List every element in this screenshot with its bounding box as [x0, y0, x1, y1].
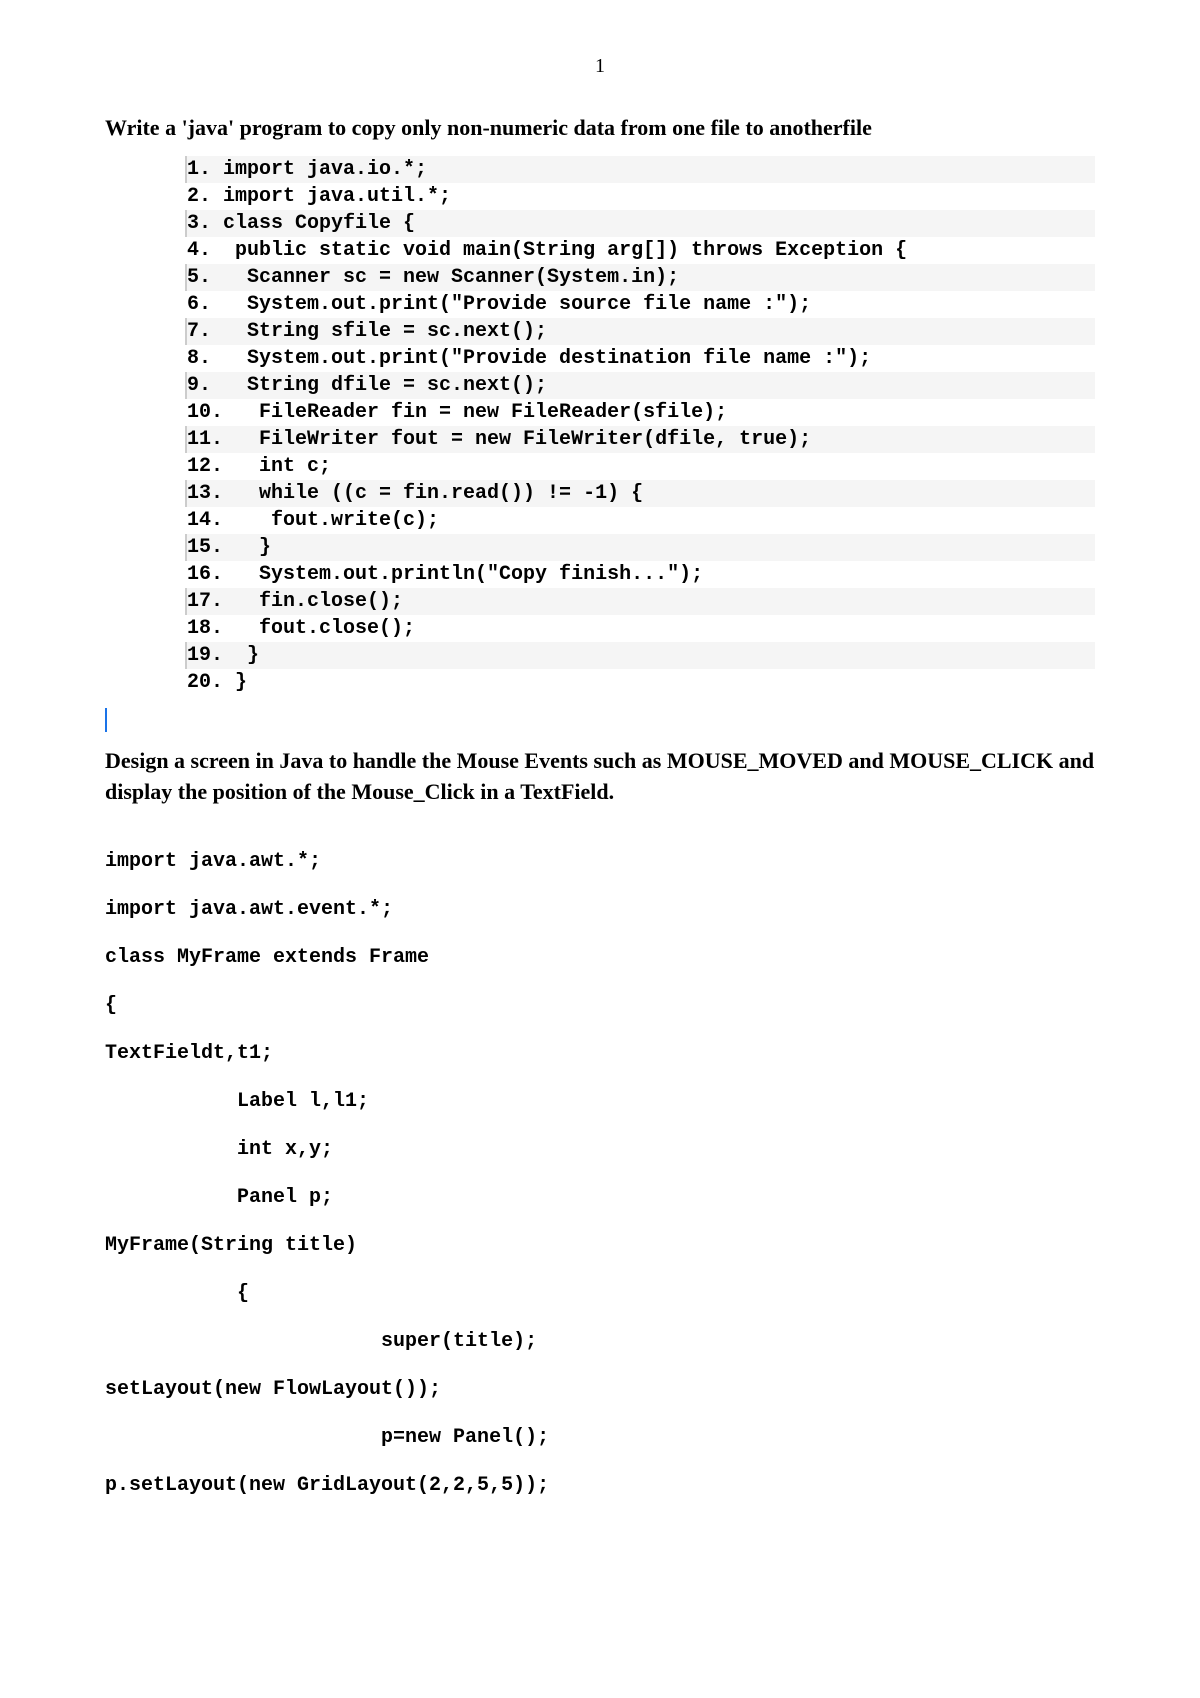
code-line: 5. Scanner sc = new Scanner(System.in);	[185, 264, 1095, 291]
code-line: 1. import java.io.*;	[185, 156, 1095, 183]
code-line: 2. import java.util.*;	[185, 183, 1095, 210]
code-line: Panel p;	[105, 1188, 1095, 1208]
code-block-1: 1. import java.io.*; 2. import java.util…	[185, 156, 1095, 696]
code-line: import java.awt.*;	[105, 852, 1095, 872]
code-line: 20. }	[185, 669, 1095, 696]
code-line: 9. String dfile = sc.next();	[185, 372, 1095, 399]
code-line: MyFrame(String title)	[105, 1236, 1095, 1256]
code-line: 14. fout.write(c);	[185, 507, 1095, 534]
code-line: 15. }	[185, 534, 1095, 561]
code-line: p.setLayout(new GridLayout(2,2,5,5));	[105, 1476, 1095, 1496]
code-line: 12. int c;	[185, 453, 1095, 480]
code-line: p=new Panel();	[105, 1428, 1095, 1448]
code-line: class MyFrame extends Frame	[105, 948, 1095, 968]
code-line: 6. System.out.print("Provide source file…	[185, 291, 1095, 318]
code-line: 10. FileReader fin = new FileReader(sfil…	[185, 399, 1095, 426]
code-line: 17. fin.close();	[185, 588, 1095, 615]
code-line: TextFieldt,t1;	[105, 1044, 1095, 1064]
page-number: 1	[105, 55, 1095, 78]
code-line: 7. String sfile = sc.next();	[185, 318, 1095, 345]
code-line: setLayout(new FlowLayout());	[105, 1380, 1095, 1400]
code-line: {	[105, 996, 1095, 1016]
code-block-2: import java.awt.*; import java.awt.event…	[105, 852, 1095, 1496]
code-line: {	[105, 1284, 1095, 1304]
text-cursor	[105, 708, 107, 732]
document-page: 1 Write a 'java' program to copy only no…	[0, 0, 1200, 1698]
code-line: import java.awt.event.*;	[105, 900, 1095, 920]
heading-1: Write a 'java' program to copy only non-…	[105, 113, 1095, 144]
code-line: 4. public static void main(String arg[])…	[185, 237, 1095, 264]
code-line: int x,y;	[105, 1140, 1095, 1160]
code-line: 13. while ((c = fin.read()) != -1) {	[185, 480, 1095, 507]
code-line: super(title);	[105, 1332, 1095, 1352]
code-line: 11. FileWriter fout = new FileWriter(dfi…	[185, 426, 1095, 453]
code-line: 8. System.out.print("Provide destination…	[185, 345, 1095, 372]
heading-2: Design a screen in Java to handle the Mo…	[105, 746, 1095, 808]
code-line: Label l,l1;	[105, 1092, 1095, 1112]
code-line: 19. }	[185, 642, 1095, 669]
code-line: 16. System.out.println("Copy finish...")…	[185, 561, 1095, 588]
code-line: 18. fout.close();	[185, 615, 1095, 642]
code-line: 3. class Copyfile {	[185, 210, 1095, 237]
